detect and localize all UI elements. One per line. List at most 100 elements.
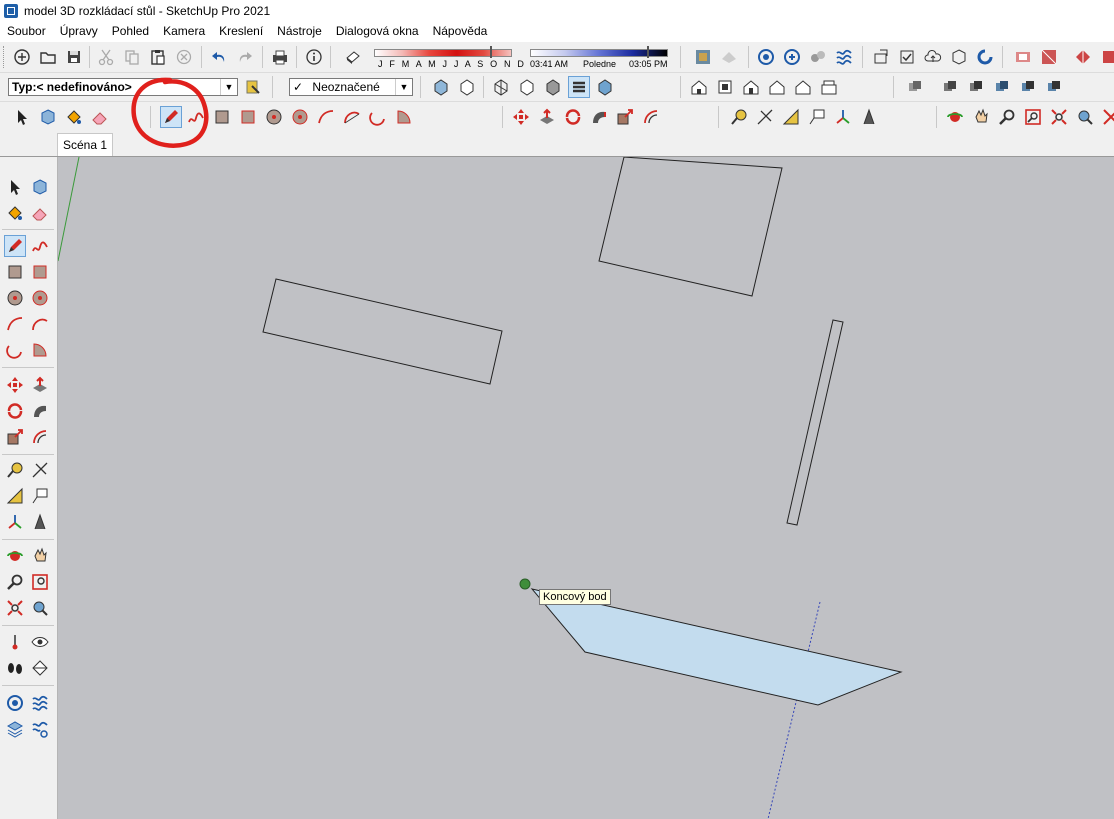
paste-icon[interactable]	[147, 46, 169, 68]
scale-icon[interactable]	[614, 106, 636, 128]
move-icon[interactable]	[510, 106, 532, 128]
extension-warehouse-icon[interactable]	[755, 46, 777, 68]
pie-icon[interactable]	[29, 339, 51, 361]
walk-footprints-icon[interactable]	[4, 657, 26, 679]
menu-napoveda[interactable]: Nápověda	[426, 21, 495, 42]
cube-settings-icon[interactable]	[948, 46, 970, 68]
freehand-icon[interactable]	[29, 235, 51, 257]
more-tools-icon[interactable]	[1098, 46, 1114, 68]
three-point-arc-icon[interactable]	[367, 106, 389, 128]
menu-soubor[interactable]: Soubor	[0, 21, 53, 42]
sandbox-icon[interactable]	[833, 46, 855, 68]
zoom-icon[interactable]	[996, 106, 1018, 128]
move-icon[interactable]	[4, 374, 26, 396]
two-point-arc-icon[interactable]	[29, 313, 51, 335]
xray-icon[interactable]	[430, 76, 452, 98]
push-pull-icon[interactable]	[29, 374, 51, 396]
chevron-down-icon[interactable]: ▼	[220, 79, 237, 95]
follow-me-icon[interactable]	[29, 400, 51, 422]
polygon-icon[interactable]	[29, 287, 51, 309]
arc-icon[interactable]	[315, 106, 337, 128]
eraser-icon[interactable]	[89, 106, 111, 128]
shadow-toggle-icon[interactable]	[342, 46, 364, 68]
zoom-window-icon[interactable]	[29, 571, 51, 593]
menu-nastroje[interactable]: Nástroje	[270, 21, 329, 42]
cut-icon[interactable]	[95, 46, 117, 68]
back-view-icon[interactable]	[792, 76, 814, 98]
menu-kresleni[interactable]: Kreslení	[212, 21, 270, 42]
zoom-extents-icon[interactable]	[1048, 106, 1070, 128]
style-builder-icon[interactable]	[1038, 46, 1060, 68]
sandbox-settings-icon[interactable]	[29, 718, 51, 740]
shadow-time-slider[interactable]	[530, 46, 668, 58]
open-folder-icon[interactable]	[37, 46, 59, 68]
left-view-icon[interactable]	[818, 76, 840, 98]
monochrome-icon[interactable]	[594, 76, 616, 98]
pan-hand-icon[interactable]	[970, 106, 992, 128]
model-canvas[interactable]	[58, 157, 1114, 819]
tape-measure-icon[interactable]	[728, 106, 750, 128]
extension-warehouse-icon[interactable]	[4, 692, 26, 714]
warehouse-icon[interactable]	[692, 46, 714, 68]
map-icon[interactable]	[1072, 46, 1094, 68]
more-camera-icon[interactable]	[1100, 106, 1114, 128]
rotated-rectangle-icon[interactable]	[237, 106, 259, 128]
menu-dialogova-okna[interactable]: Dialogová okna	[329, 21, 426, 42]
text-icon[interactable]	[29, 485, 51, 507]
zoom-icon[interactable]	[4, 571, 26, 593]
drawing-viewport[interactable]: Koncový bod	[58, 157, 1114, 819]
shaded-icon[interactable]	[542, 76, 564, 98]
print-icon[interactable]	[269, 46, 291, 68]
trimble-connect-icon[interactable]	[974, 46, 996, 68]
iso-view-icon[interactable]	[688, 76, 710, 98]
zoom-window-icon[interactable]	[1022, 106, 1044, 128]
front-view-icon[interactable]	[740, 76, 762, 98]
top-view-icon[interactable]	[714, 76, 736, 98]
follow-me-icon[interactable]	[588, 106, 610, 128]
rectangle-outline[interactable]	[262, 278, 503, 385]
thin-strip-outline[interactable]	[786, 319, 844, 526]
share-model-icon[interactable]	[718, 46, 740, 68]
pencil-line-icon[interactable]	[4, 235, 26, 257]
section-fill-icon[interactable]	[965, 76, 987, 98]
wireframe-icon[interactable]	[490, 76, 512, 98]
section-cut-icon[interactable]	[939, 76, 961, 98]
back-edges-icon[interactable]	[456, 76, 478, 98]
dynamic-components-icon[interactable]	[807, 46, 829, 68]
shaded-textures-icon[interactable]	[568, 76, 590, 98]
previous-view-icon[interactable]	[1074, 106, 1096, 128]
arc-icon[interactable]	[4, 313, 26, 335]
axes-icon[interactable]	[4, 511, 26, 533]
paint-bucket-icon[interactable]	[63, 106, 85, 128]
pan-hand-icon[interactable]	[29, 545, 51, 567]
chevron-down-icon[interactable]: ▼	[395, 79, 412, 95]
scale-icon[interactable]	[4, 426, 26, 448]
tape-measure-icon[interactable]	[4, 459, 26, 481]
extension-manager-icon[interactable]	[781, 46, 803, 68]
menu-upravy[interactable]: Úpravy	[53, 21, 105, 42]
rotate-icon[interactable]	[562, 106, 584, 128]
offset-icon[interactable]	[640, 106, 662, 128]
zoom-extents-icon[interactable]	[4, 597, 26, 619]
polygon-icon[interactable]	[289, 106, 311, 128]
layers-stack-icon[interactable]	[4, 718, 26, 740]
rectangle-outline[interactable]	[598, 157, 783, 297]
layout-send-icon[interactable]	[1012, 46, 1034, 68]
select-arrow-icon[interactable]	[4, 176, 26, 198]
make-component-icon[interactable]	[29, 176, 51, 198]
orbit-icon[interactable]	[4, 545, 26, 567]
dimension-icon[interactable]	[754, 106, 776, 128]
copy-icon[interactable]	[121, 46, 143, 68]
check-model-icon[interactable]	[896, 46, 918, 68]
offset-icon[interactable]	[29, 426, 51, 448]
previous-view-icon[interactable]	[29, 597, 51, 619]
paint-bucket-icon[interactable]	[4, 202, 26, 224]
redo-icon[interactable]	[234, 46, 256, 68]
sandbox-icon[interactable]	[29, 692, 51, 714]
export-icon[interactable]	[870, 46, 892, 68]
model-info-icon[interactable]	[303, 46, 325, 68]
erase-icon[interactable]	[173, 46, 195, 68]
3d-text-icon[interactable]	[29, 511, 51, 533]
section-display-icon[interactable]	[991, 76, 1013, 98]
axes-icon[interactable]	[832, 106, 854, 128]
